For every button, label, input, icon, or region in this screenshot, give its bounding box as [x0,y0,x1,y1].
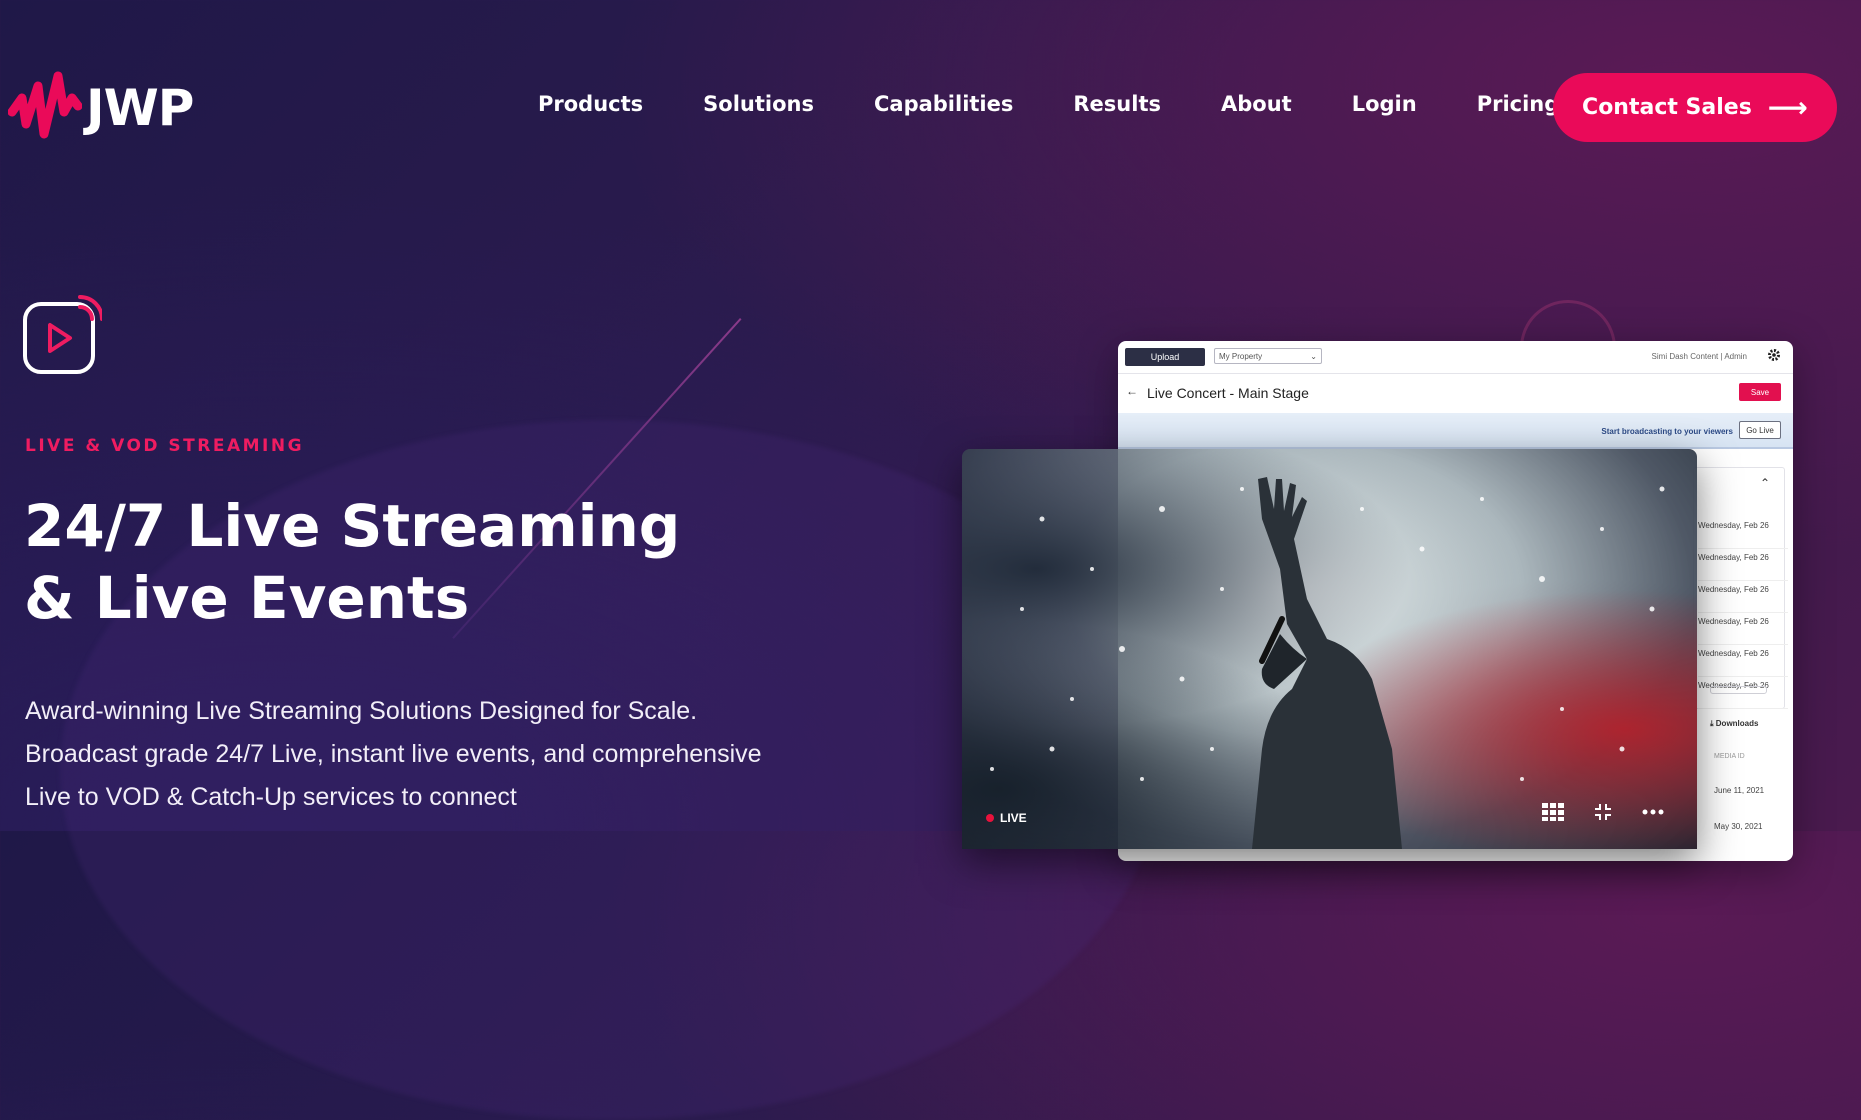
main-nav: Products Solutions Capabilities Results … [538,92,1559,116]
nav-capabilities[interactable]: Capabilities [874,92,1013,116]
contact-sales-button[interactable]: Contact Sales ⟶ [1553,73,1837,142]
downloads-link[interactable]: ⤓ Downloads [1710,719,1758,729]
back-arrow-icon[interactable]: ← [1126,384,1138,398]
downloads-label: Downloads [1715,719,1759,728]
live-badge: LIVE [986,811,1027,825]
jwp-wave-icon [8,71,82,139]
nav-results[interactable]: Results [1073,92,1161,116]
date-list: Wednesday, Feb 26 Wednesday, Feb 26 Wedn… [1698,517,1788,709]
grid-icon[interactable] [1540,799,1566,825]
scrollbar[interactable] [1710,686,1767,694]
headline-line-2: & Live Events [24,564,470,632]
jwp-logo[interactable]: JWP [8,68,194,148]
list-item: Wednesday, Feb 26 [1698,581,1788,613]
stream-title: Live Concert - Main Stage [1147,385,1309,401]
download-icon: ⤓ [1710,719,1714,728]
dashboard-title-row: ← Live Concert - Main Stage Save [1118,373,1793,413]
list-item: Wednesday, Feb 26 [1698,517,1788,549]
list-item: Wednesday, Feb 26 [1698,613,1788,645]
hero-eyebrow: LIVE & VOD STREAMING [25,436,305,456]
table-row: May 30, 2021 [1714,822,1763,831]
chevron-up-icon[interactable]: ⌃ [1760,476,1770,490]
property-select-value: My Property [1219,352,1263,361]
more-icon[interactable] [1640,799,1666,825]
list-item: Wednesday, Feb 26 [1698,549,1788,581]
property-select[interactable]: My Property ⌄ [1214,348,1322,364]
account-text: Simi Dash Content | Admin [1651,352,1747,361]
concert-image [990,477,1665,849]
nav-about[interactable]: About [1221,92,1292,116]
go-live-button[interactable]: Go Live [1739,421,1781,439]
headline-line-1: 24/7 Live Streaming [24,492,681,560]
upload-button[interactable]: Upload [1125,348,1205,366]
arrow-right-icon: ⟶ [1767,90,1808,124]
live-dot-icon [986,814,994,822]
contact-sales-label: Contact Sales [1582,95,1752,120]
golive-bar: Start broadcasting to your viewers Go Li… [1118,413,1793,449]
gear-icon[interactable] [1767,348,1781,362]
nav-pricing[interactable]: Pricing [1477,92,1560,116]
nav-login[interactable]: Login [1352,92,1417,116]
hero-headline: 24/7 Live Streaming & Live Events [24,490,680,634]
media-id-header: MEDIA ID [1714,753,1745,760]
hero-paragraph: Award-winning Live Streaming Solutions D… [25,697,762,811]
dashboard-topbar: Upload My Property ⌄ Simi Dash Content |… [1118,341,1793,374]
list-item: Wednesday, Feb 26 [1698,645,1788,677]
nav-solutions[interactable]: Solutions [703,92,814,116]
save-button[interactable]: Save [1739,383,1781,401]
logo-text: JWP [86,79,194,137]
live-label: LIVE [1000,811,1027,825]
live-stream-icon [23,295,102,374]
golive-text: Start broadcasting to your viewers [1601,427,1733,436]
nav-products[interactable]: Products [538,92,643,116]
minimize-icon[interactable] [1590,799,1616,825]
video-player[interactable]: LIVE [962,449,1697,849]
table-row: June 11, 2021 [1714,786,1765,795]
chevron-down-icon: ⌄ [1310,352,1317,361]
